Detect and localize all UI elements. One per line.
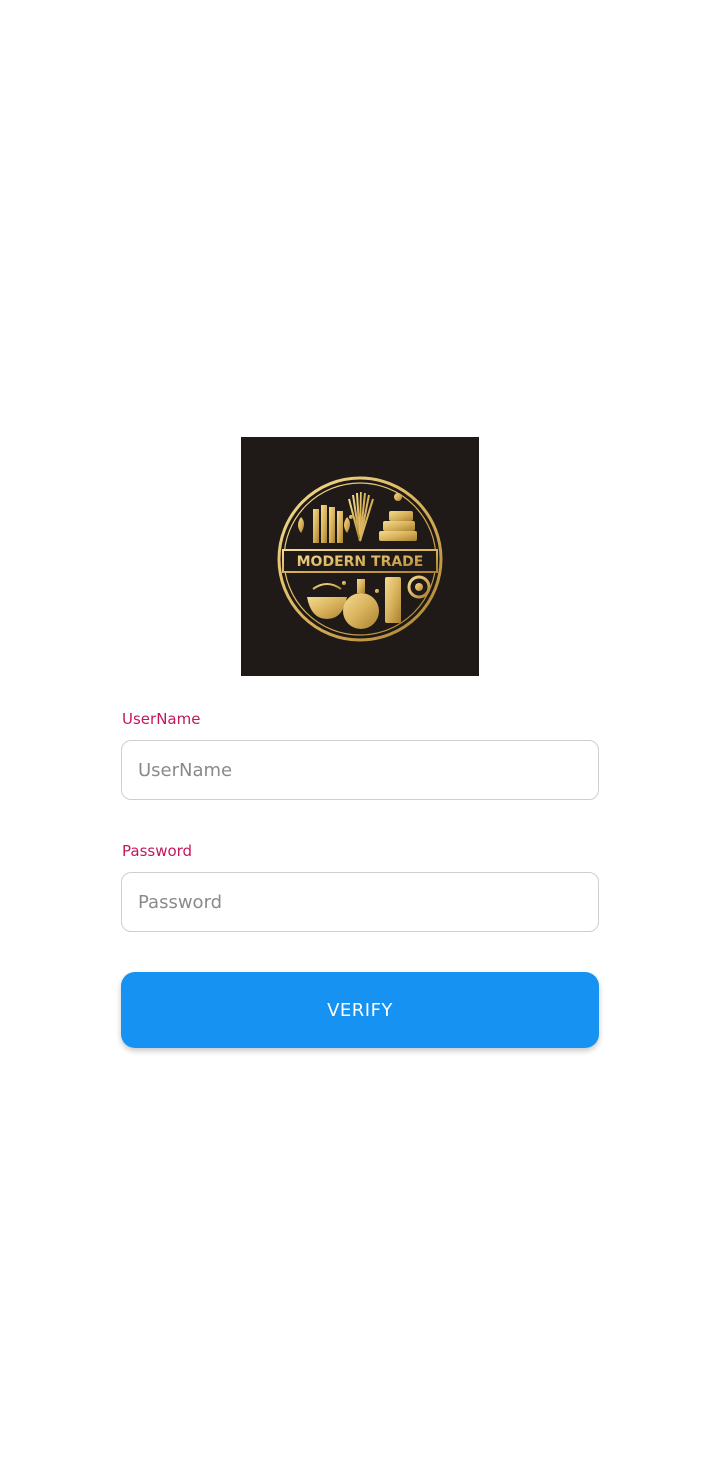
logo-text: MODERN TRADE — [297, 554, 424, 570]
username-input[interactable] — [121, 740, 599, 800]
username-label: UserName — [122, 710, 201, 728]
app-logo: MODERN TRADE — [241, 437, 479, 676]
password-input[interactable] — [121, 872, 599, 932]
verify-button[interactable]: VERIFY — [121, 972, 599, 1048]
modern-trade-logo-icon: MODERN TRADE — [277, 476, 443, 642]
password-label: Password — [122, 842, 193, 860]
